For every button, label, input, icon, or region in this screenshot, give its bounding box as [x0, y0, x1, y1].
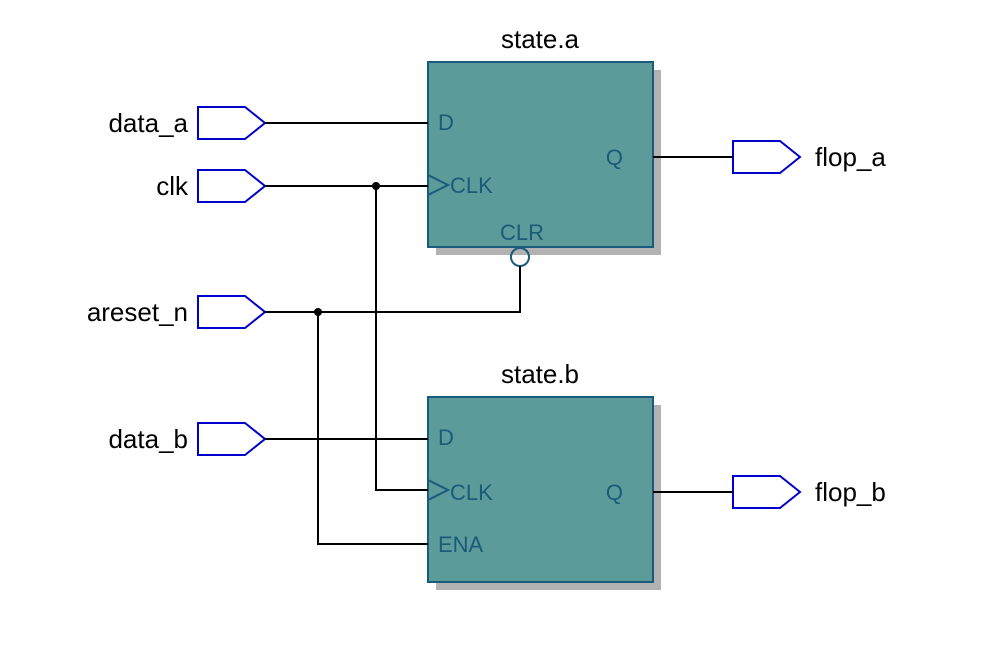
port-label-data-a: data_a [108, 108, 188, 138]
pin-d-label: D [438, 110, 454, 135]
wire-clk-to-state-b [376, 186, 428, 490]
input-port-data-b: data_b [108, 423, 265, 455]
output-port-flop-a: flop_a [733, 141, 886, 173]
pin-clk-label-b: CLK [450, 480, 493, 505]
pin-clk-label: CLK [450, 173, 493, 198]
input-port-clk: clk [156, 170, 265, 202]
input-port-areset-n: areset_n [87, 296, 265, 328]
port-label-clk: clk [156, 171, 189, 201]
flip-flop-state-a: state.a D CLK CLR Q [428, 24, 661, 266]
pin-ena-label: ENA [438, 532, 484, 557]
port-label-flop-b: flop_b [815, 477, 886, 507]
pin-q-label-b: Q [606, 480, 623, 505]
wire-areset-n-to-ena [318, 312, 428, 544]
wire-areset-n-main [265, 266, 520, 312]
port-label-flop-a: flop_a [815, 142, 886, 172]
port-label-areset-n: areset_n [87, 297, 188, 327]
pin-clr-label: CLR [500, 220, 544, 245]
flip-flop-state-b: state.b D CLK ENA Q [428, 359, 661, 590]
block-title-state-a: state.a [501, 24, 580, 54]
pin-q-label: Q [606, 145, 623, 170]
input-port-data-a: data_a [108, 107, 265, 139]
pin-d-label-b: D [438, 425, 454, 450]
output-port-flop-b: flop_b [733, 476, 886, 508]
schematic-diagram: state.a D CLK CLR Q state.b D CLK ENA Q … [0, 0, 981, 648]
block-title-state-b: state.b [501, 359, 579, 389]
port-label-data-b: data_b [108, 424, 188, 454]
